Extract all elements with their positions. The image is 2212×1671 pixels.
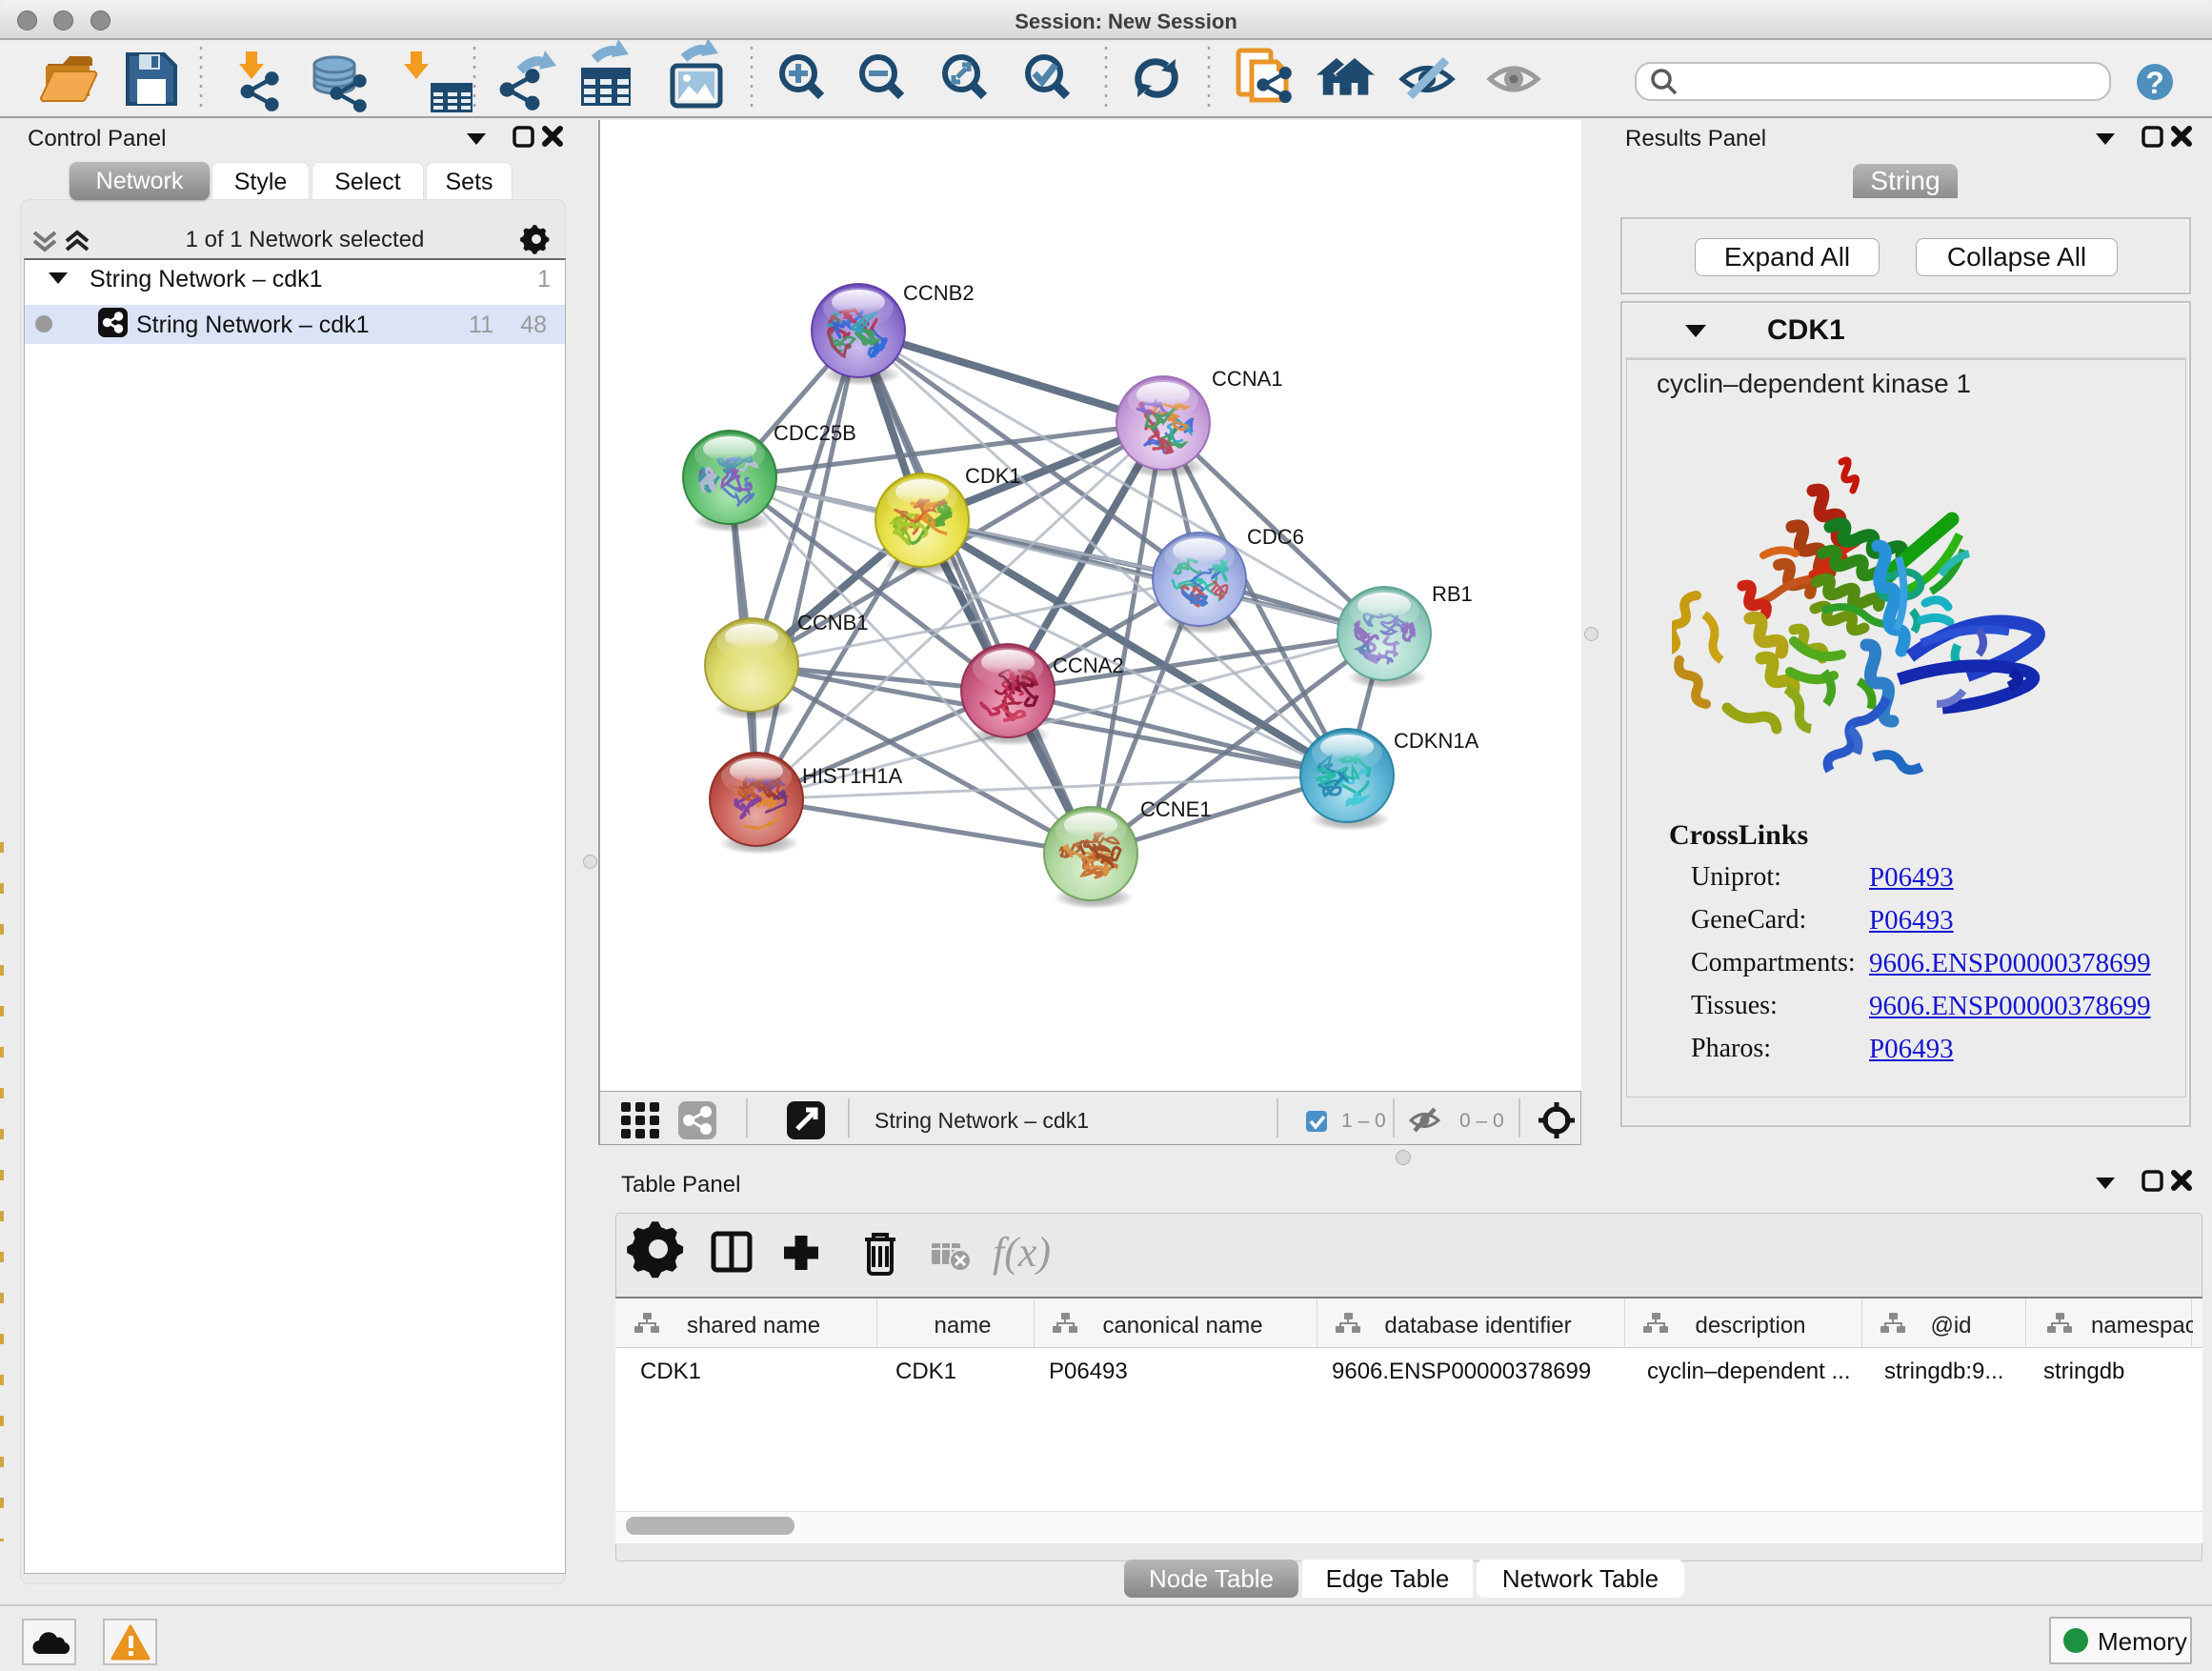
svg-text:RB1: RB1 <box>1432 582 1473 606</box>
svg-text:CCNB2: CCNB2 <box>903 281 975 305</box>
svg-text:HIST1H1A: HIST1H1A <box>802 764 902 788</box>
svg-text:CDC25B: CDC25B <box>774 421 856 445</box>
svg-text:CDC6: CDC6 <box>1247 525 1304 549</box>
svg-text:CCNB1: CCNB1 <box>797 611 869 634</box>
svg-text:CCNA2: CCNA2 <box>1053 654 1124 677</box>
svg-text:CDK1: CDK1 <box>965 464 1021 488</box>
svg-text:CDKN1A: CDKN1A <box>1394 729 1479 753</box>
svg-text:CCNE1: CCNE1 <box>1140 797 1212 821</box>
svg-text:?: ? <box>2145 66 2164 100</box>
svg-text:f(x): f(x) <box>993 1229 1051 1276</box>
svg-text:CCNA1: CCNA1 <box>1212 367 1283 391</box>
